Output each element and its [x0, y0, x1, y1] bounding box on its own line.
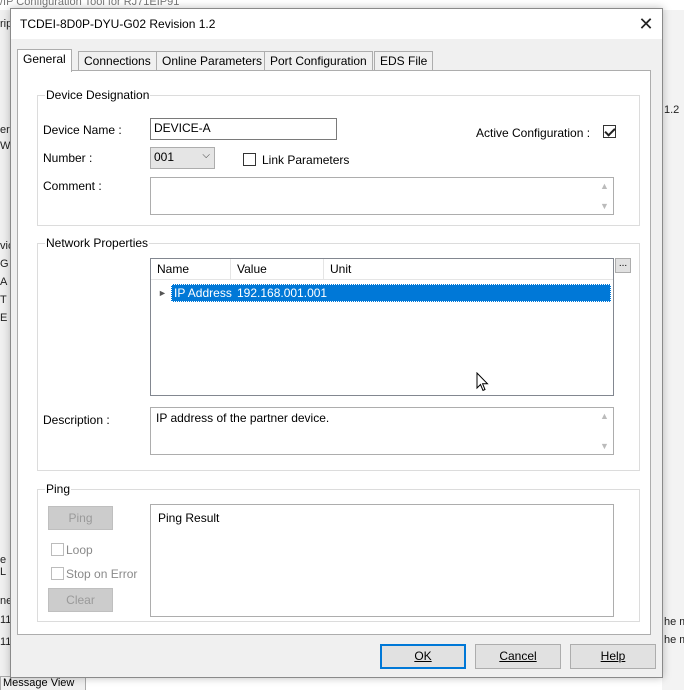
- dialog-title: TCDEI-8D0P-DYU-G02 Revision 1.2: [20, 17, 216, 31]
- group-label: Ping: [45, 482, 72, 496]
- tab-general[interactable]: General: [17, 49, 72, 72]
- column-header-name[interactable]: Name: [151, 259, 231, 280]
- group-label: Device Designation: [45, 88, 151, 102]
- column-header-unit[interactable]: Unit: [324, 259, 613, 280]
- number-select[interactable]: 001 ⌵: [150, 147, 215, 169]
- background-text: he m: [664, 634, 684, 646]
- close-button[interactable]: ✕: [631, 9, 661, 39]
- comment-label: Comment :: [43, 179, 102, 193]
- tab-port-configuration[interactable]: Port Configuration: [264, 51, 373, 71]
- link-parameters-checkbox[interactable]: [243, 153, 256, 166]
- column-header-value[interactable]: Value: [231, 259, 324, 280]
- background-right-pane: 1.2 he m he m: [662, 10, 684, 690]
- scroll-down-icon[interactable]: ▼: [596, 438, 613, 454]
- loop-checkbox[interactable]: [51, 543, 64, 556]
- tab-eds-file[interactable]: EDS File: [374, 51, 434, 71]
- description-box[interactable]: IP address of the partner device. ▲ ▼: [150, 407, 614, 455]
- description-label: Description :: [43, 413, 110, 427]
- background-text: G: [0, 258, 9, 270]
- group-label: Network Properties: [45, 236, 150, 250]
- loop-label[interactable]: Loop: [66, 543, 93, 557]
- row-indicator-icon: ►: [158, 288, 167, 298]
- network-properties-group: Network Properties Name Value Unit ► IP …: [37, 236, 640, 471]
- number-select-value: 001: [154, 150, 175, 164]
- background-text: er: [0, 124, 10, 136]
- background-text: W: [0, 140, 11, 152]
- active-configuration-checkbox[interactable]: [603, 125, 616, 138]
- message-view-tab[interactable]: Message View: [0, 676, 86, 690]
- ping-result-box[interactable]: Ping Result: [150, 504, 614, 617]
- ping-group: Ping Ping Loop Stop on Error Clear Ping …: [37, 482, 640, 622]
- device-name-input[interactable]: DEVICE-A: [150, 118, 337, 140]
- stop-on-error-label[interactable]: Stop on Error: [66, 567, 137, 581]
- description-scrollbar[interactable]: ▲ ▼: [596, 408, 613, 454]
- help-button[interactable]: Help: [570, 644, 656, 669]
- clear-button[interactable]: Clear: [48, 588, 113, 612]
- table-row[interactable]: IP Address 192.168.001.001: [171, 284, 611, 302]
- properties-list-header: Name Value Unit: [151, 259, 613, 280]
- ping-result-label: Ping Result: [158, 511, 220, 525]
- tab-connections[interactable]: Connections: [78, 51, 157, 71]
- cancel-button-label: Cancel: [499, 649, 537, 663]
- properties-list[interactable]: Name Value Unit ► IP Address 192.168.001…: [150, 258, 614, 396]
- comment-input[interactable]: ▲ ▼: [150, 177, 614, 215]
- comment-scrollbar[interactable]: ▲ ▼: [596, 178, 613, 214]
- scroll-up-icon[interactable]: ▲: [596, 408, 613, 424]
- background-text: 1.2: [664, 104, 680, 116]
- help-button-label: Help: [600, 649, 626, 663]
- link-parameters-label[interactable]: Link Parameters: [262, 153, 349, 167]
- chevron-down-icon: ⌵: [202, 150, 210, 161]
- cancel-button[interactable]: Cancel: [475, 644, 561, 669]
- mouse-cursor-icon: [476, 372, 489, 392]
- ok-button-label: OK: [414, 649, 432, 663]
- device-name-label: Device Name :: [43, 123, 122, 137]
- background-text: E: [0, 312, 8, 324]
- ellipsis-button[interactable]: ...: [615, 258, 631, 273]
- dialog-title-bar: TCDEI-8D0P-DYU-G02 Revision 1.2 ✕: [11, 9, 662, 39]
- background-text: A: [0, 276, 8, 288]
- scroll-down-icon[interactable]: ▼: [596, 198, 613, 214]
- active-configuration-label: Active Configuration :: [476, 126, 591, 140]
- stop-on-error-checkbox[interactable]: [51, 567, 64, 580]
- general-tab-panel: Device Designation Device Name : DEVICE-…: [17, 70, 651, 635]
- tab-online-parameters[interactable]: Online Parameters: [156, 51, 269, 71]
- close-icon: ✕: [638, 13, 654, 34]
- description-value: IP address of the partner device.: [156, 411, 330, 425]
- ping-button[interactable]: Ping: [48, 506, 113, 530]
- ok-button[interactable]: OK: [380, 644, 466, 669]
- scroll-up-icon[interactable]: ▲: [596, 178, 613, 194]
- number-label: Number :: [43, 151, 93, 165]
- background-text: T: [0, 294, 7, 306]
- device-designation-group: Device Designation Device Name : DEVICE-…: [37, 88, 640, 226]
- cell-name: IP Address: [174, 286, 232, 300]
- background-title: /IP Configuration Tool for RJ71EIP91: [0, 0, 180, 8]
- cell-value: 192.168.001.001: [237, 286, 328, 300]
- device-properties-dialog: TCDEI-8D0P-DYU-G02 Revision 1.2 ✕ Genera…: [10, 8, 663, 678]
- background-text: he m: [664, 616, 684, 628]
